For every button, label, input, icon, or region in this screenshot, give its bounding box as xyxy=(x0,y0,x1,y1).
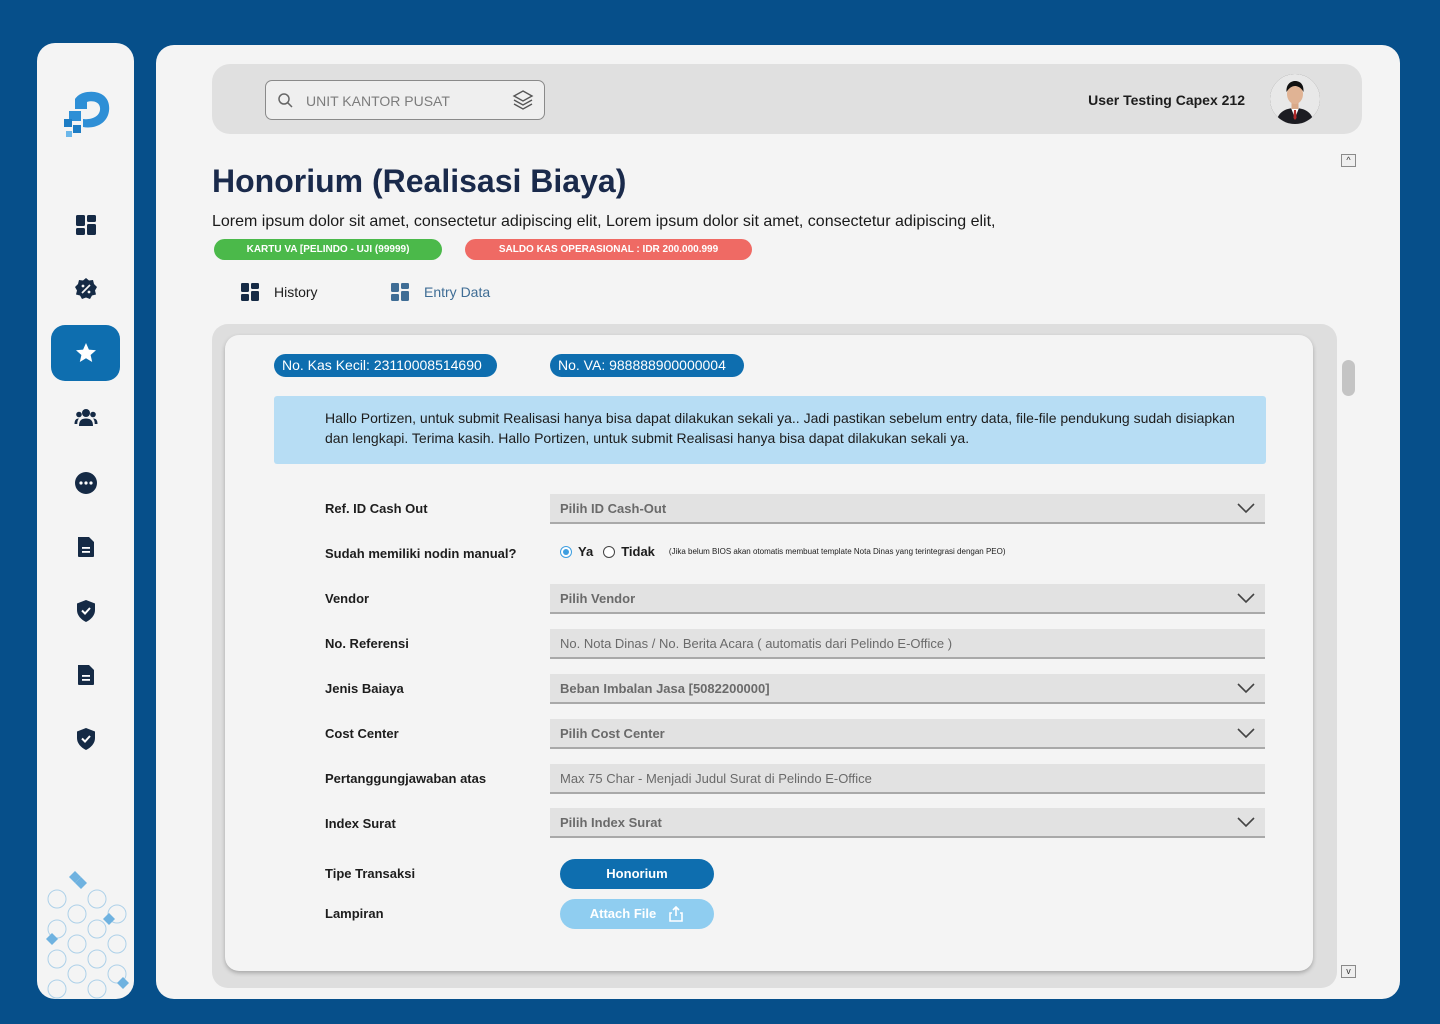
tab-entry-data-label: Entry Data xyxy=(424,284,491,300)
nodin-radio-group: Ya Tidak (Jika belum BIOS akan otomatis … xyxy=(560,544,1006,559)
tipe-transaksi-label: Tipe Transaksi xyxy=(325,866,416,881)
shield-check-icon xyxy=(76,600,95,622)
username: User Testing Capex 212 xyxy=(1088,92,1245,108)
kas-kecil-tag: No. Kas Kecil: 23110008514690 xyxy=(274,354,497,377)
attach-file-button[interactable]: Attach File xyxy=(560,899,714,929)
index-surat-label: Index Surat xyxy=(325,816,396,831)
main-panel: User Testing Capex 212 ^ v Honorium (Rea… xyxy=(156,45,1400,999)
nav-document[interactable] xyxy=(51,519,120,575)
document-icon xyxy=(77,665,94,685)
info-banner: Hallo Portizen, untuk submit Realisasi h… xyxy=(274,396,1266,464)
cost-center-label: Cost Center xyxy=(325,726,399,741)
logo-icon xyxy=(64,91,110,137)
honorium-button[interactable]: Honorium xyxy=(560,859,714,889)
cost-center-select[interactable]: Pilih Cost Center xyxy=(550,719,1265,749)
no-ref-input[interactable]: No. Nota Dinas / No. Berita Acara ( auto… xyxy=(550,629,1265,659)
form-container: No. Kas Kecil: 23110008514690 No. VA: 98… xyxy=(212,324,1337,988)
avatar-image xyxy=(1270,74,1320,124)
scroll-up-button[interactable]: ^ xyxy=(1341,154,1356,167)
dashboard-icon xyxy=(241,283,259,301)
dashboard-icon xyxy=(391,283,409,301)
nav-document-2[interactable] xyxy=(51,647,120,703)
search-input[interactable] xyxy=(306,90,496,112)
search-icon xyxy=(278,93,293,108)
radio-no[interactable] xyxy=(603,545,616,558)
card-va-badge: KARTU VA [PELINDO - UJI (99999) xyxy=(214,239,442,260)
shield-check-icon xyxy=(76,728,95,750)
jenis-biaya-label: Jenis Baiaya xyxy=(325,681,404,696)
page-title: Honorium (Realisasi Biaya) xyxy=(212,163,627,199)
attach-file-label: Attach File xyxy=(589,906,657,921)
star-icon xyxy=(75,343,96,362)
layers-icon[interactable] xyxy=(512,89,534,111)
chevron-down-icon xyxy=(1237,593,1255,604)
jenis-biaya-select[interactable]: Beban Imbalan Jasa [5082200000] xyxy=(550,674,1265,704)
users-icon xyxy=(74,409,97,426)
form-card: No. Kas Kecil: 23110008514690 No. VA: 98… xyxy=(225,335,1313,971)
chevron-down-icon xyxy=(1237,817,1255,828)
vendor-label: Vendor xyxy=(325,591,370,606)
search-box[interactable] xyxy=(265,80,545,120)
scroll-down-button[interactable]: v xyxy=(1341,965,1356,978)
top-bar: User Testing Capex 212 xyxy=(212,64,1362,134)
vendor-select[interactable]: Pilih Vendor xyxy=(550,584,1265,614)
jenis-biaya-value: Beban Imbalan Jasa [5082200000] xyxy=(560,681,770,696)
chevron-down-icon xyxy=(1237,683,1255,694)
tab-history-label: History xyxy=(274,284,318,300)
radio-no-label: Tidak xyxy=(621,544,655,559)
nodin-label: Sudah memiliki nodin manual? xyxy=(325,546,517,561)
index-surat-value: Pilih Index Surat xyxy=(560,815,662,830)
discount-badge-icon xyxy=(74,278,97,299)
index-surat-select[interactable]: Pilih Index Surat xyxy=(550,808,1265,838)
tab-entry-data[interactable]: Entry Data xyxy=(390,282,490,302)
pertanggungjawaban-placeholder: Max 75 Char - Menjadi Judul Surat di Pel… xyxy=(560,771,872,786)
pertanggungjawaban-label: Pertanggungjawaban atas xyxy=(325,771,487,786)
nav-shield-2[interactable] xyxy=(51,711,120,767)
nodin-note: (Jika belum BIOS akan otomatis membuat t… xyxy=(668,547,1006,556)
radio-yes-label: Ya xyxy=(578,544,594,559)
ref-id-label: Ref. ID Cash Out xyxy=(325,501,428,516)
nav-dashboard[interactable] xyxy=(51,197,120,253)
scrollbar-thumb[interactable] xyxy=(1342,360,1355,396)
sidebar xyxy=(37,43,134,999)
radio-yes[interactable] xyxy=(560,545,572,558)
chevron-down-icon xyxy=(1237,728,1255,739)
no-va-tag: No. VA: 988888900000004 xyxy=(550,354,744,377)
cost-center-value: Pilih Cost Center xyxy=(560,726,665,741)
nav-discount[interactable] xyxy=(51,261,120,317)
pertanggungjawaban-input[interactable]: Max 75 Char - Menjadi Judul Surat di Pel… xyxy=(550,764,1265,794)
chevron-down-icon xyxy=(1237,503,1255,514)
balance-badge: SALDO KAS OPERASIONAL : IDR 200.000.999 xyxy=(465,239,752,260)
no-ref-placeholder: No. Nota Dinas / No. Berita Acara ( auto… xyxy=(560,636,953,651)
nav-shield[interactable] xyxy=(51,583,120,639)
tab-history[interactable]: History xyxy=(240,282,318,302)
document-icon xyxy=(77,537,94,557)
vendor-value: Pilih Vendor xyxy=(560,591,636,606)
ref-id-select[interactable]: Pilih ID Cash-Out xyxy=(550,494,1265,524)
dashboard-icon xyxy=(75,215,96,235)
page-description: Lorem ipsum dolor sit amet, consectetur … xyxy=(212,213,996,230)
nav-users[interactable] xyxy=(51,389,120,445)
nav-favorite[interactable] xyxy=(51,325,120,381)
avatar[interactable] xyxy=(1270,74,1320,124)
nav-more[interactable] xyxy=(51,455,120,511)
upload-icon xyxy=(669,906,684,922)
decorative-pattern xyxy=(46,871,129,999)
ref-id-value: Pilih ID Cash-Out xyxy=(560,501,667,516)
more-icon xyxy=(74,472,97,494)
lampiran-label: Lampiran xyxy=(325,906,384,921)
no-ref-label: No. Referensi xyxy=(325,636,409,651)
